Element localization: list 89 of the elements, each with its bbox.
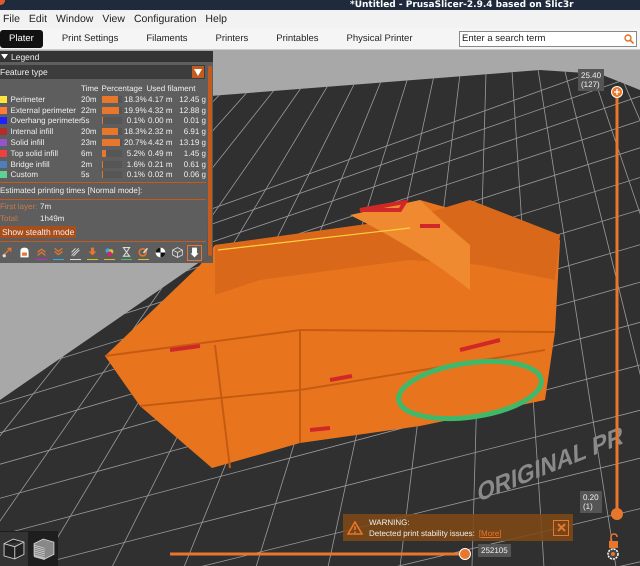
estimate-label: First layer: <box>0 202 38 212</box>
warning-title: WARNING: <box>369 518 411 526</box>
layer-label: 25.40 (127) <box>578 69 604 91</box>
time-value: 23m <box>81 138 98 147</box>
unlocked-padlock-icon[interactable] <box>609 533 618 548</box>
feature-name: External perimeter <box>10 106 77 115</box>
menu-item[interactable]: Window <box>53 13 100 25</box>
menu-item[interactable]: Configuration <box>130 13 202 25</box>
time-value: 6m <box>81 148 94 158</box>
feature-name: Custom <box>10 170 40 180</box>
weight-value: 0.06 g <box>182 170 206 180</box>
time-value: 5s <box>81 116 90 126</box>
length-value: 4.42 m <box>147 138 172 147</box>
length-value: 4.32 m <box>147 106 172 115</box>
move-label: 252105 <box>478 544 511 557</box>
color-dots-icon <box>103 246 116 259</box>
percentage-value: 18.3% <box>124 127 145 136</box>
search-field[interactable]: Enter a search term <box>459 30 637 46</box>
menu-item[interactable]: View <box>99 13 131 25</box>
cog-icon[interactable] <box>607 548 619 560</box>
wireframe-cube-icon <box>1 536 27 562</box>
column-header: Percentage <box>102 84 144 93</box>
warning-icon <box>347 520 363 534</box>
window-title: *Untitled - PrusaSlicer-2.9.4 based on Slic3r <box>350 0 574 10</box>
percentage-value: 18.3% <box>124 94 145 104</box>
triangle-down-icon <box>194 68 202 76</box>
plus-icon <box>614 89 620 95</box>
menu-item[interactable]: Help <box>202 13 234 25</box>
time-value: 22m <box>81 106 98 115</box>
length-value: 0.21 m <box>147 160 172 169</box>
feature-name: Solid infill <box>10 138 46 147</box>
layer-label: 0.20 (1) <box>580 491 602 513</box>
tab[interactable]: Plater <box>0 30 43 48</box>
warning-message: Detected print stability issues: <box>369 528 475 538</box>
layered-cube-icon <box>31 536 57 562</box>
weight-value: 0.01 g <box>182 116 206 126</box>
time-value: 2m <box>81 160 94 169</box>
feature-name: Bridge infill <box>10 160 51 169</box>
weight-value: 0.61 g <box>182 160 206 169</box>
percentage-value: 5.2% <box>126 148 145 158</box>
estimates-heading: Estimated printing times [Normal mode]: <box>0 186 144 196</box>
tab[interactable]: Filaments <box>137 30 197 48</box>
length-value: 4.17 m <box>147 94 172 104</box>
tab[interactable]: Print Settings <box>52 30 128 48</box>
wireframe-cube-icon <box>171 246 184 260</box>
hourglass-icon <box>120 246 133 259</box>
search-icon <box>624 34 634 44</box>
length-value: 0.02 m <box>147 170 172 180</box>
feature-name: Perimeter <box>10 94 46 104</box>
view-button[interactable] <box>0 532 28 566</box>
percentage-value: 1.6% <box>126 160 145 169</box>
scrollbar[interactable] <box>208 66 212 256</box>
triangle-down-icon[interactable] <box>1 53 8 60</box>
tab[interactable]: Physical Printer <box>338 30 422 48</box>
quartered-circle-icon <box>154 246 167 260</box>
length-value: 2.32 m <box>147 127 172 136</box>
close-button[interactable] <box>553 520 569 536</box>
time-value: 5s <box>81 170 90 180</box>
weight-value: 6.91 g <box>182 127 206 136</box>
column-header: Time <box>81 84 100 93</box>
length-value: 0.00 m <box>147 116 172 126</box>
feature-name: Internal infill <box>10 127 54 136</box>
percentage-value: 19.9% <box>124 106 145 115</box>
menu-item[interactable]: Edit <box>26 13 54 25</box>
percentage-value: 0.1% <box>126 170 145 180</box>
estimate-value: 7m <box>40 202 52 212</box>
menu-item[interactable]: File <box>0 13 26 25</box>
feature-name: Top solid infill <box>10 148 60 158</box>
tab[interactable]: Printers <box>206 30 258 48</box>
weight-value: 13.19 g <box>178 138 206 147</box>
time-value: 20m <box>81 94 98 104</box>
weight-value: 12.88 g <box>178 106 206 115</box>
length-value: 0.49 m <box>147 148 172 158</box>
nozzle-icon <box>188 246 201 260</box>
stealth-mode-button[interactable]: Show stealth mode <box>0 226 76 238</box>
view-type-dropdown[interactable]: Feature type <box>0 65 205 79</box>
weight-value: 1.45 g <box>182 148 206 158</box>
weight-value: 12.45 g <box>178 94 206 104</box>
percentage-value: 20.7% <box>124 138 145 147</box>
time-value: 20m <box>81 127 98 136</box>
tab[interactable]: Printables <box>267 30 328 48</box>
close-icon <box>556 523 566 532</box>
estimate-label: Total: <box>0 214 20 224</box>
arrows-icon <box>1 246 14 260</box>
column-header: Used filament <box>146 84 196 93</box>
panel-title: Legend <box>11 52 40 62</box>
feature-name: Overhang perimeter <box>10 116 80 126</box>
percentage-value: 0.1% <box>126 116 145 126</box>
estimate-value: 1h49m <box>40 214 66 224</box>
